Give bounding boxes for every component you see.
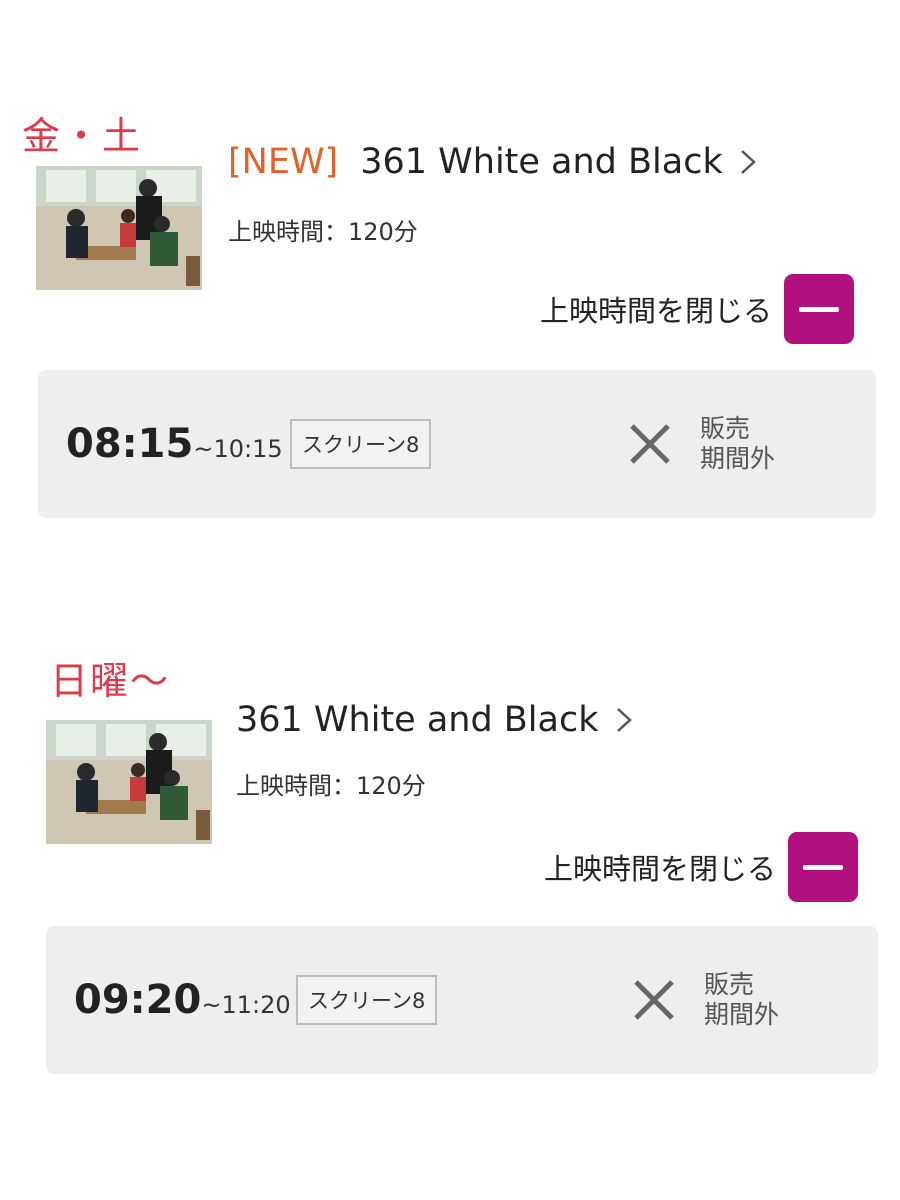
movie-title-row[interactable]: [NEW] 361 White and Black (228, 142, 757, 182)
showtime-card[interactable]: 08:15~10:15 スクリーン8 販売 期間外 (38, 370, 876, 518)
sales-status-text: 販売 期間外 (704, 970, 780, 1029)
movie-thumbnail[interactable] (46, 720, 212, 844)
movie-still-image (46, 720, 212, 844)
toggle-label[interactable]: 上映時間を閉じる (544, 846, 776, 888)
showtime-end: ~11:20 (201, 991, 291, 1019)
showtime-start: 08:15~10:15 (66, 421, 283, 467)
showtime-start: 09:20~11:20 (74, 977, 291, 1023)
chevron-right-icon[interactable] (615, 705, 633, 735)
close-showtimes-toggle[interactable]: 上映時間を閉じる (544, 832, 859, 902)
movie-thumbnail[interactable] (36, 166, 202, 290)
toggle-label[interactable]: 上映時間を閉じる (540, 288, 772, 330)
movie-still-image (36, 166, 202, 290)
day-label-sunday-onward: 日曜〜 (50, 659, 171, 703)
showtime-card[interactable]: 09:20~11:20 スクリーン8 販売 期間外 (46, 926, 878, 1074)
sales-status-text: 販売 期間外 (700, 414, 776, 473)
minus-icon[interactable] (788, 832, 859, 902)
movie-title[interactable]: 361 White and Black (236, 700, 599, 740)
screen-badge: スクリーン8 (290, 419, 432, 469)
close-icon (630, 424, 670, 464)
new-badge: [NEW] (228, 142, 339, 182)
movie-title[interactable]: 361 White and Black (360, 142, 723, 182)
screen-badge: スクリーン8 (296, 975, 438, 1025)
day-label-fri-sat: 金・土 (22, 114, 143, 158)
chevron-right-icon[interactable] (739, 147, 757, 177)
close-icon (634, 980, 674, 1020)
minus-icon[interactable] (784, 274, 855, 344)
runtime-text: 上映時間：120分 (228, 218, 418, 246)
runtime-text: 上映時間：120分 (236, 772, 426, 800)
movie-title-row[interactable]: 361 White and Black (236, 700, 633, 740)
showtime-end: ~10:15 (193, 435, 283, 463)
close-showtimes-toggle[interactable]: 上映時間を閉じる (540, 274, 855, 344)
